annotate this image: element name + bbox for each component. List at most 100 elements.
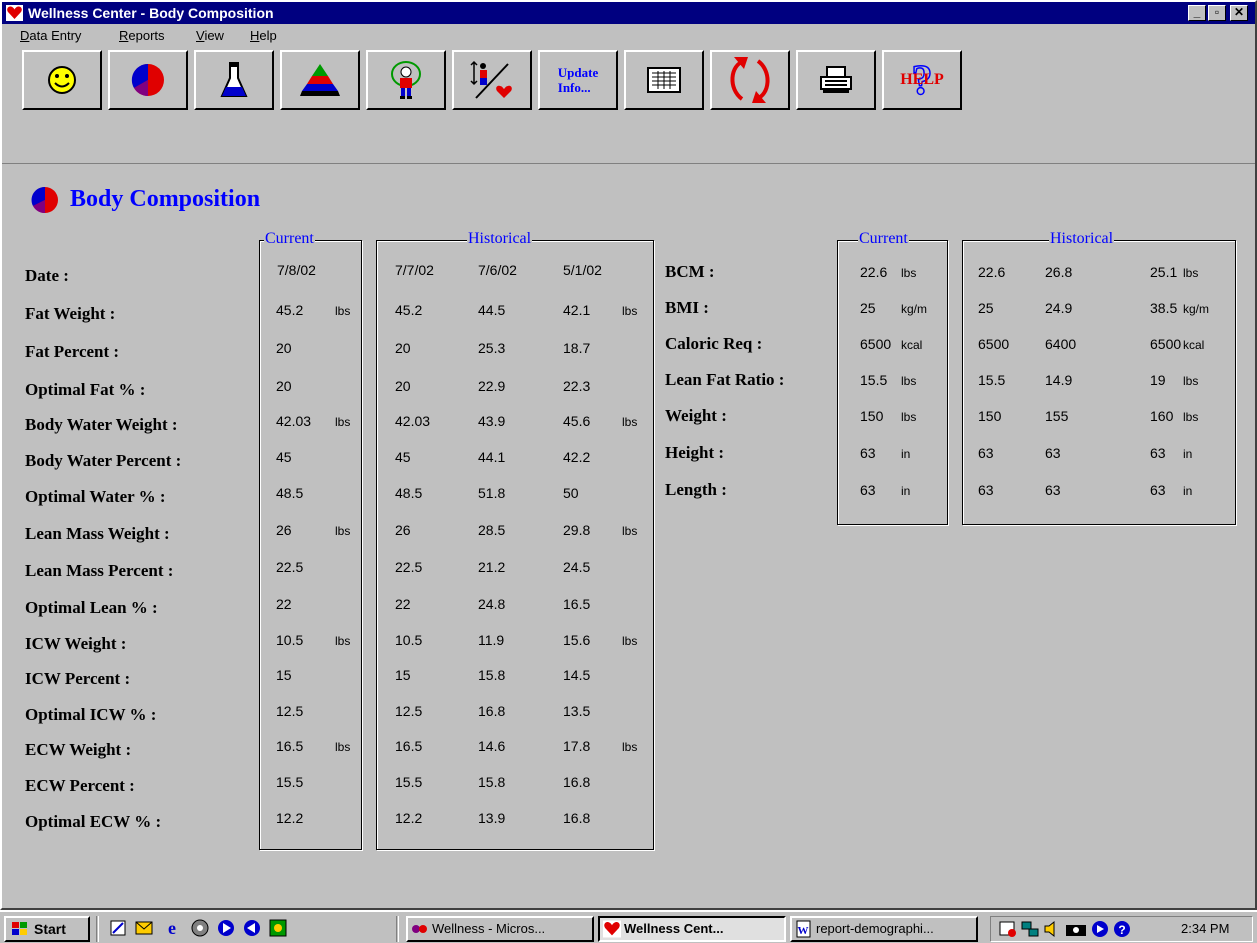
maximize-button[interactable]: ▫ [1208, 5, 1226, 21]
historical-value: 12.5 [395, 703, 423, 719]
historical-value: 63 [1045, 445, 1061, 461]
current-date: 7/8/02 [277, 262, 316, 278]
circle-arrow-alt-icon[interactable] [242, 918, 262, 938]
row-label: Length : [665, 480, 727, 499]
historical-value: 22.5 [395, 559, 423, 575]
current-value: 12.5 [276, 703, 304, 719]
unit-label: lbs [622, 634, 638, 648]
refresh-button[interactable] [710, 50, 790, 110]
current-legend: Current [264, 230, 315, 248]
title-bar[interactable]: Wellness Center - Body Composition _ ▫ ✕ [2, 2, 1255, 24]
historical-value: 13.9 [478, 810, 506, 826]
food-pyramid-icon [300, 64, 340, 96]
smiley-button[interactable] [22, 50, 102, 110]
current-value: 15.5 [276, 774, 304, 790]
unit-label: in [1183, 484, 1193, 498]
tray-update-icon[interactable] [1091, 920, 1109, 938]
menu-help[interactable]: Help [250, 25, 277, 47]
update-info-label-1: Update [557, 65, 599, 80]
grid-report-icon [647, 67, 681, 93]
media-icon[interactable] [190, 918, 210, 938]
access-key-icon [412, 925, 427, 933]
historical-value: 25 [978, 300, 994, 316]
current-value: 6500 [860, 336, 892, 352]
page-title: Body Composition [70, 186, 261, 212]
row-label: ICW Weight : [25, 634, 127, 653]
historical-value: 25.3 [478, 340, 506, 356]
historical-group: Historical [376, 230, 654, 850]
current-value: 45.2 [276, 302, 304, 318]
historical-value: 25.1 [1150, 264, 1178, 280]
historical-date: 7/7/02 [395, 262, 434, 278]
body-composition-panel: Body Composition Current Historical Curr… [10, 162, 1255, 907]
row-label: Caloric Req : [665, 334, 763, 353]
help-button[interactable]: ? HELP [882, 50, 962, 110]
window-title: Wellness Center - Body Composition [28, 5, 274, 21]
task-report-demographics[interactable]: W report-demographi... [790, 916, 978, 942]
height-heart-icon [470, 60, 512, 99]
app-launcher-icon[interactable] [268, 918, 288, 938]
task-wellness-access[interactable]: Wellness - Micros... [406, 916, 594, 942]
outlook-icon[interactable] [134, 918, 154, 938]
historical-value: 10.5 [395, 632, 423, 648]
historical-value: 21.2 [478, 559, 506, 575]
row-label: Lean Mass Weight : [25, 524, 170, 543]
historical-value: 18.7 [563, 340, 591, 356]
help-icon: ? HELP [900, 60, 944, 100]
nutrition-button[interactable] [280, 50, 360, 110]
current-value: 42.03 [276, 413, 312, 429]
minimize-button[interactable]: _ [1188, 5, 1206, 21]
svg-text:W: W [798, 925, 809, 937]
tray-info-icon[interactable]: ? [1113, 920, 1131, 938]
edit-pad-icon[interactable] [108, 918, 128, 938]
taskbar-separator [96, 916, 99, 942]
lab-button[interactable] [194, 50, 274, 110]
historical-value: 45 [395, 449, 411, 465]
historical-value: 42.2 [563, 449, 591, 465]
current-value: 45 [276, 449, 292, 465]
menu-view[interactable]: View [196, 25, 224, 47]
historical-value: 16.5 [395, 738, 423, 754]
body-composition-button[interactable] [108, 50, 188, 110]
jump-rope-icon [391, 61, 421, 99]
historical-value: 29.8 [563, 522, 591, 538]
current-value: 12.2 [276, 810, 304, 826]
tray-volume-icon[interactable] [1043, 920, 1061, 938]
start-button[interactable]: Start [4, 916, 90, 942]
row-label: Optimal Fat % : [25, 380, 146, 399]
update-info-button[interactable]: Update Info... [538, 50, 618, 110]
tray-camera-icon[interactable] [1065, 920, 1087, 938]
current-value: 22 [276, 596, 292, 612]
printer-icon [820, 66, 852, 93]
height-weight-button[interactable] [452, 50, 532, 110]
historical-value: 38.5 [1150, 300, 1178, 316]
unit-label: lbs [335, 740, 351, 754]
row-label: ECW Weight : [25, 740, 132, 759]
report-grid-button[interactable] [624, 50, 704, 110]
current-value: 150 [860, 408, 884, 424]
tray-network-icon[interactable] [1021, 920, 1039, 938]
unit-label: lbs [622, 740, 638, 754]
ie-icon[interactable]: e [162, 918, 182, 938]
unit-label: lbs [901, 374, 917, 388]
task-wellness-center[interactable]: Wellness Cent... [598, 916, 786, 942]
unit-label: lbs [901, 266, 917, 280]
tray-scheduler-icon[interactable] [999, 920, 1017, 938]
menu-reports[interactable]: Reports [119, 25, 165, 47]
current-value: 10.5 [276, 632, 304, 648]
print-button[interactable] [796, 50, 876, 110]
flask-icon [220, 62, 248, 97]
unit-label: in [901, 447, 911, 461]
menu-data-entry[interactable]: Data Entry [20, 25, 81, 47]
historical-value: 22.3 [563, 378, 591, 394]
unit-label: lbs [622, 524, 638, 538]
current-value: 15.5 [860, 372, 888, 388]
circle-arrow-icon[interactable] [216, 918, 236, 938]
close-button[interactable]: ✕ [1230, 5, 1248, 21]
exercise-button[interactable] [366, 50, 446, 110]
current-value: 20 [276, 378, 292, 394]
historical-value: 17.8 [563, 738, 591, 754]
historical-value: 51.8 [478, 485, 506, 501]
heart-icon [603, 920, 621, 938]
unit-label: in [1183, 447, 1193, 461]
